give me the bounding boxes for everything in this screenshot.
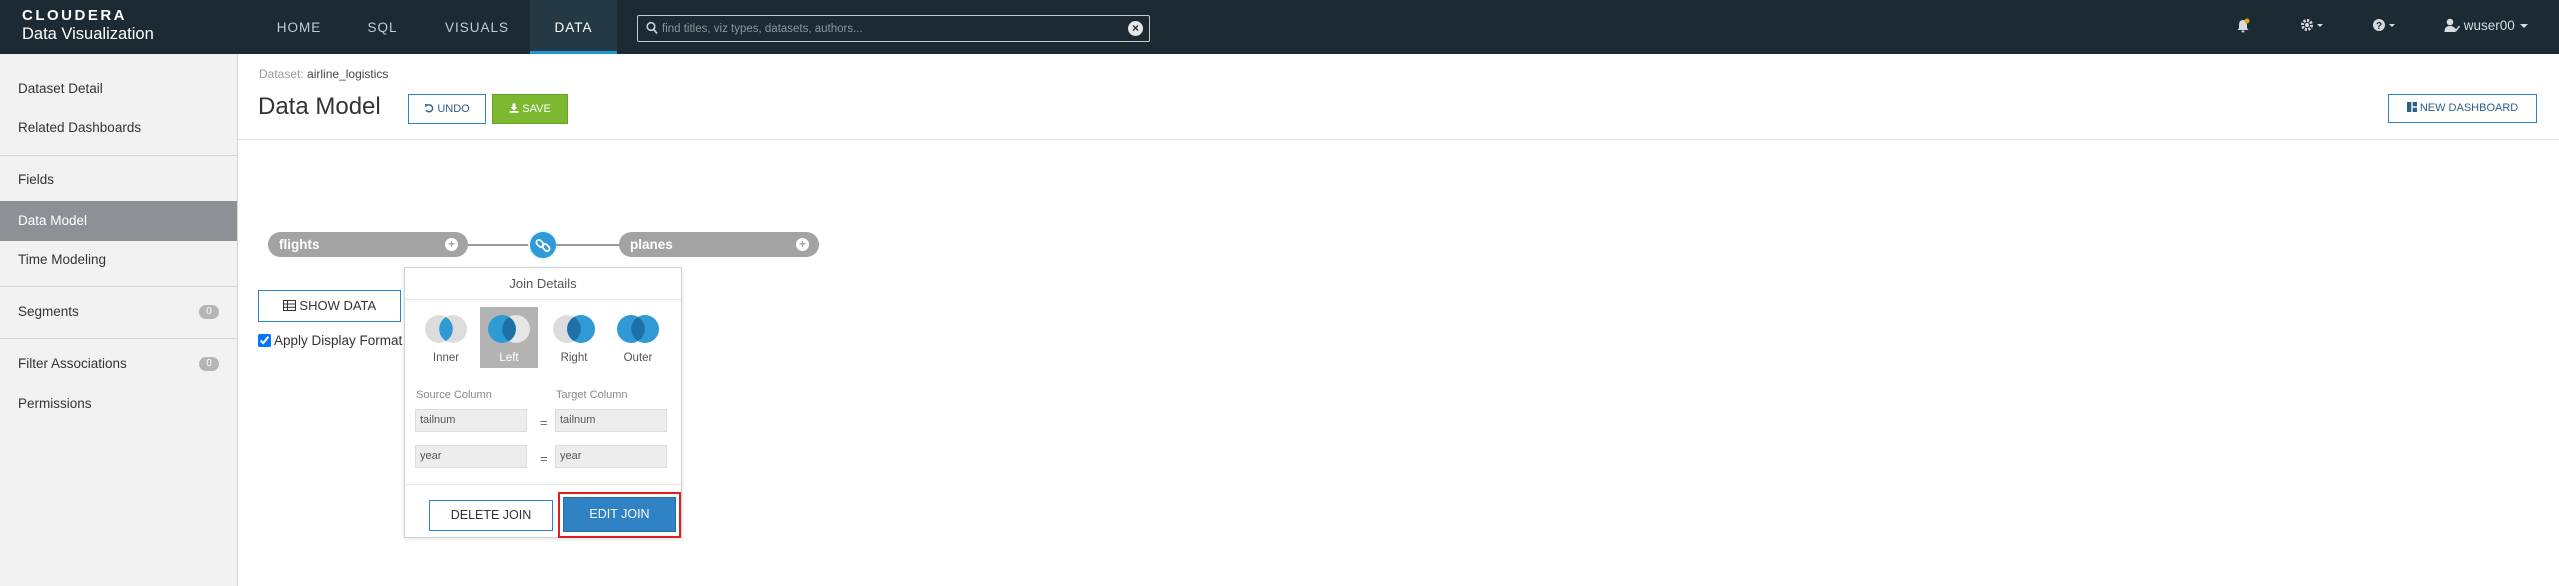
save-button[interactable]: SAVE xyxy=(492,94,568,124)
source-column-field: tailnum xyxy=(415,409,527,432)
target-column-header: Target Column xyxy=(556,389,628,401)
table-node-planes[interactable]: planes + xyxy=(619,232,819,257)
user-name: wuser00 xyxy=(2463,18,2515,33)
nav-tab-data[interactable]: DATA xyxy=(530,0,617,54)
segments-count-badge: 0 xyxy=(199,305,219,319)
sidebar-divider xyxy=(0,286,237,287)
sidebar-divider xyxy=(0,338,237,339)
notifications-bell-icon[interactable] xyxy=(2235,18,2251,37)
dashboard-grid-icon xyxy=(2406,102,2420,114)
join-link-line xyxy=(556,244,620,246)
search-box[interactable]: × xyxy=(637,15,1150,42)
table-node-label: flights xyxy=(279,237,320,252)
apply-display-format-option[interactable]: Apply Display Format xyxy=(258,333,402,348)
nav-tab-visuals[interactable]: VISUALS xyxy=(432,0,522,54)
dataset-name: airline_logistics xyxy=(307,67,389,81)
user-menu[interactable]: wuser00 xyxy=(2444,18,2529,33)
join-type-label: Left xyxy=(499,352,519,364)
join-type-left[interactable]: Left xyxy=(480,307,538,368)
sidebar-item-label: Segments xyxy=(18,304,79,319)
delete-join-button[interactable]: DELETE JOIN xyxy=(429,500,553,531)
sidebar-item-filter-associations[interactable]: Filter Associations 0 xyxy=(0,344,237,384)
sidebar: Dataset Detail Related Dashboards Fields… xyxy=(0,54,238,586)
filter-associations-count-badge: 0 xyxy=(199,357,219,371)
show-data-button[interactable]: SHOW DATA xyxy=(258,290,401,322)
join-type-inner[interactable]: Inner xyxy=(417,307,475,368)
right-join-icon xyxy=(553,315,595,343)
dataset-label: Dataset: xyxy=(259,67,304,81)
join-type-label: Right xyxy=(560,352,588,364)
undo-button[interactable]: UNDO xyxy=(408,94,486,124)
nav-tab-sql[interactable]: SQL xyxy=(355,0,410,54)
sidebar-item-dataset-detail[interactable]: Dataset Detail xyxy=(0,69,237,109)
join-type-outer[interactable]: Outer xyxy=(609,307,667,368)
target-column-field: tailnum xyxy=(555,409,667,432)
join-type-label: Outer xyxy=(623,352,653,364)
sidebar-item-permissions[interactable]: Permissions xyxy=(0,384,237,424)
table-node-label: planes xyxy=(630,237,673,252)
popover-divider xyxy=(405,484,681,485)
equals-sign: = xyxy=(540,415,548,430)
outer-join-icon xyxy=(617,315,659,343)
header-divider xyxy=(238,139,2559,140)
new-dashboard-label: NEW DASHBOARD xyxy=(2419,102,2519,114)
user-icon xyxy=(2444,18,2464,33)
target-column-field: year xyxy=(555,445,667,468)
sidebar-item-label: Filter Associations xyxy=(18,356,127,371)
chevron-down-icon xyxy=(2519,18,2529,33)
sidebar-item-related-dashboards[interactable]: Related Dashboards xyxy=(0,108,237,148)
apply-display-format-checkbox[interactable] xyxy=(258,334,271,347)
join-type-label: Inner xyxy=(432,352,460,364)
join-link-icon[interactable] xyxy=(528,230,558,260)
search-input[interactable] xyxy=(662,19,1102,38)
sidebar-item-time-modeling[interactable]: Time Modeling xyxy=(0,240,237,280)
clear-search-icon[interactable]: × xyxy=(1128,21,1143,36)
brand-company: CLOUDERA xyxy=(22,7,127,24)
svg-text:?: ? xyxy=(2376,21,2382,32)
download-icon xyxy=(509,103,522,115)
new-dashboard-button[interactable]: NEW DASHBOARD xyxy=(2388,94,2537,123)
sidebar-item-fields[interactable]: Fields xyxy=(0,160,237,200)
edit-join-button[interactable]: EDIT JOIN xyxy=(563,497,676,532)
inner-join-icon xyxy=(425,315,467,343)
save-label: SAVE xyxy=(522,103,551,115)
nav-tab-home[interactable]: HOME xyxy=(262,0,336,54)
add-table-icon[interactable]: + xyxy=(796,238,809,251)
add-table-icon[interactable]: + xyxy=(445,238,458,251)
page-title: Data Model xyxy=(258,93,381,120)
sidebar-item-segments[interactable]: Segments 0 xyxy=(0,292,237,332)
table-icon xyxy=(282,298,300,313)
table-node-flights[interactable]: flights + xyxy=(268,232,468,257)
join-link-line xyxy=(468,244,530,246)
settings-gear-icon[interactable] xyxy=(2300,18,2326,35)
brand-product: Data Visualization xyxy=(22,25,154,43)
left-join-icon xyxy=(488,315,530,343)
source-column-header: Source Column xyxy=(416,389,492,401)
sidebar-divider xyxy=(0,155,237,156)
show-data-label: SHOW DATA xyxy=(299,298,377,313)
undo-label: UNDO xyxy=(437,103,470,115)
apply-display-format-label: Apply Display Format xyxy=(274,333,403,348)
join-type-right[interactable]: Right xyxy=(545,307,603,368)
search-icon xyxy=(646,21,658,40)
source-column-field: year xyxy=(415,445,527,468)
undo-icon xyxy=(424,103,437,115)
help-icon[interactable]: ? xyxy=(2372,18,2398,35)
top-nav-bar: CLOUDERA Data Visualization HOME SQL VIS… xyxy=(0,0,2559,54)
sidebar-item-data-model[interactable]: Data Model xyxy=(0,201,237,241)
dataset-breadcrumb: Dataset: airline_logistics xyxy=(259,67,388,81)
brand-logo[interactable]: CLOUDERA Data Visualization xyxy=(22,7,154,44)
join-details-popover: Join Details Inner Left Right Outer Sour… xyxy=(404,267,682,538)
equals-sign: = xyxy=(540,451,548,466)
join-details-title: Join Details xyxy=(405,268,681,300)
